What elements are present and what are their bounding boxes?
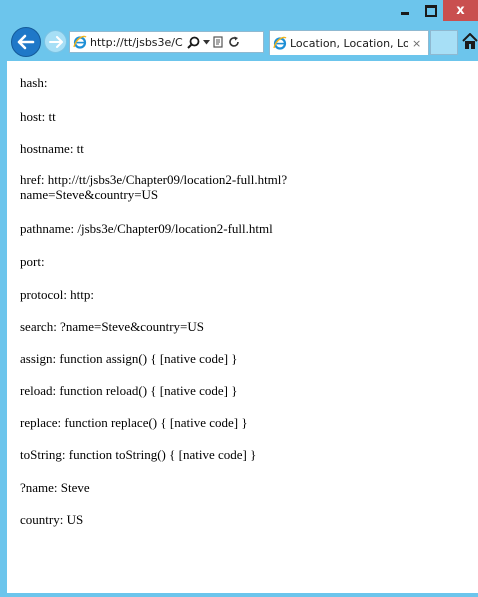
forward-button[interactable] [44,30,67,53]
hash-line: hash: [20,75,48,90]
replace-line: replace: function replace() { [native co… [20,415,248,430]
port-line: port: [20,254,45,269]
navigation-bar: http://tt/jsbs3e/Ch Location, Location, … [0,24,478,61]
title-bar: x [0,0,478,24]
host-line: host: tt [20,109,56,124]
tab-location[interactable]: Location, Location, Lo... × [269,30,429,55]
address-tools [187,36,240,49]
browser-window: x http://tt/jsbs3e/Ch Location, Location… [0,0,478,597]
assign-line: assign: function assign() { [native code… [20,351,238,366]
href-line: href: http://tt/jsbs3e/Chapter09/locatio… [20,172,288,202]
refresh-icon[interactable] [228,36,240,48]
reload-line: reload: function reload() { [native code… [20,383,238,398]
dropdown-icon[interactable] [203,39,210,45]
search-icon[interactable] [187,36,200,49]
tab-close-button[interactable]: × [412,37,421,50]
window-bottom-border [0,593,478,597]
hostname-line: hostname: tt [20,141,84,156]
new-tab-button[interactable] [430,30,458,55]
page-content: hash: host: tt hostname: tt href: http:/… [7,61,478,593]
tostring-line: toString: function toString() { [native … [20,447,257,462]
close-icon: x [456,3,465,18]
address-bar[interactable]: http://tt/jsbs3e/Ch [69,31,264,53]
maximize-icon [424,4,437,17]
window-left-border [0,61,7,593]
home-icon[interactable] [462,33,478,51]
protocol-line: protocol: http: [20,287,95,302]
minimize-button[interactable] [392,0,418,21]
back-button[interactable] [11,27,41,57]
forward-arrow-icon [48,35,63,48]
pathname-line: pathname: /jsbs3e/Chapter09/location2-fu… [20,221,273,236]
tab-ie-logo-icon [273,36,287,50]
compatibility-icon[interactable] [213,36,225,48]
close-button[interactable]: x [443,0,478,21]
ie-logo-icon [73,35,87,49]
minimize-icon [401,12,409,15]
name-param-line: ?name: Steve [20,480,90,495]
maximize-button[interactable] [418,0,443,21]
search-line: search: ?name=Steve&country=US [20,319,204,334]
country-param-line: country: US [20,512,84,527]
back-arrow-icon [17,34,35,50]
address-url[interactable]: http://tt/jsbs3e/Ch [90,36,183,49]
tab-title: Location, Location, Lo... [290,36,408,50]
